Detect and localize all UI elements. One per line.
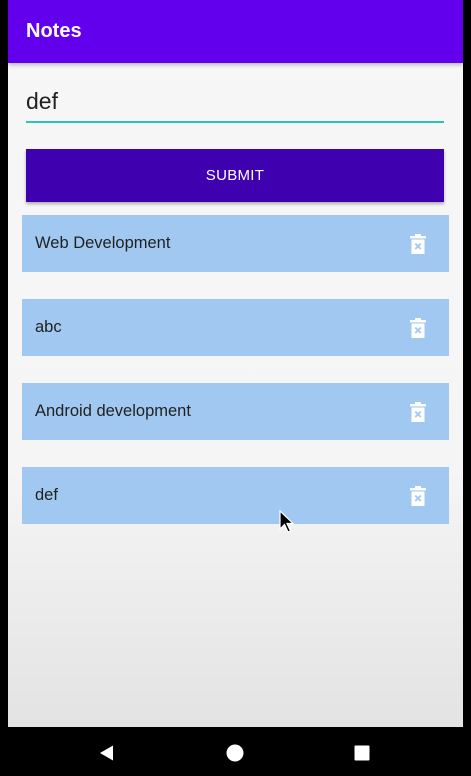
device-frame: Notes SUBMIT Web Development a <box>0 0 471 776</box>
note-text: def <box>35 486 58 504</box>
delete-icon[interactable] <box>407 484 429 508</box>
mouse-cursor-icon <box>279 509 295 536</box>
home-circle-icon[interactable] <box>225 743 245 763</box>
note-item[interactable]: Web Development <box>22 215 449 272</box>
note-item[interactable]: abc <box>22 299 449 356</box>
app-title: Notes <box>26 20 82 42</box>
note-text: Web Development <box>35 234 171 252</box>
submit-button[interactable]: SUBMIT <box>26 149 444 202</box>
delete-icon[interactable] <box>407 232 429 256</box>
note-item[interactable]: def <box>22 467 449 524</box>
note-text: Android development <box>35 402 191 420</box>
note-input[interactable] <box>26 80 444 122</box>
delete-icon[interactable] <box>407 316 429 340</box>
note-text: abc <box>35 318 62 336</box>
input-underline <box>26 121 444 123</box>
back-triangle-icon[interactable] <box>97 743 117 763</box>
app-screen: Notes SUBMIT Web Development a <box>8 0 463 727</box>
app-bar: Notes <box>8 0 463 63</box>
note-input-container <box>26 80 444 124</box>
delete-icon[interactable] <box>407 400 429 424</box>
note-item[interactable]: Android development <box>22 383 449 440</box>
note-list: Web Development abc Android development … <box>22 215 449 551</box>
recents-square-icon[interactable] <box>352 743 372 763</box>
system-nav-bar <box>0 727 471 776</box>
